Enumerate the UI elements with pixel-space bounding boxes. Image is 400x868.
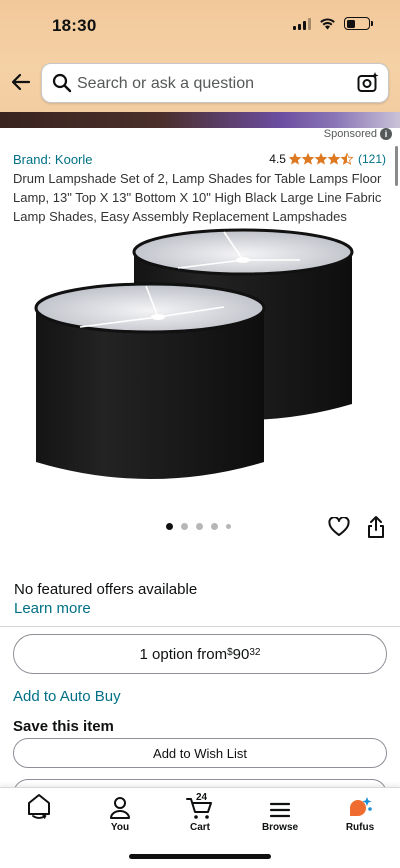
scrollbar bbox=[395, 146, 398, 186]
no-offers-text: No featured offers available bbox=[14, 581, 198, 598]
product-image[interactable] bbox=[28, 224, 372, 516]
carousel-dot[interactable] bbox=[226, 524, 231, 529]
sponsored-label[interactable]: Sponsored i bbox=[324, 128, 392, 140]
brand-link[interactable]: Brand: Koorle bbox=[13, 152, 93, 167]
nav-home[interactable] bbox=[4, 794, 74, 822]
carousel-dot[interactable] bbox=[166, 523, 173, 530]
heart-icon[interactable] bbox=[328, 517, 350, 537]
search-input[interactable]: Search or ask a question bbox=[77, 75, 254, 93]
rating-count: (121) bbox=[357, 152, 386, 166]
wifi-icon bbox=[320, 18, 335, 30]
rating[interactable]: 4.5 (121) bbox=[269, 152, 386, 166]
cart-count-badge: 24 bbox=[196, 792, 208, 803]
star-rating-icon bbox=[288, 153, 355, 165]
battery-icon bbox=[344, 17, 373, 30]
nav-rufus[interactable]: Rufus bbox=[325, 794, 395, 833]
nav-you-label: You bbox=[110, 822, 130, 833]
see-options-button[interactable]: 1 option from $90 32 bbox=[13, 634, 387, 674]
image-carousel-dots[interactable] bbox=[166, 523, 231, 530]
person-icon bbox=[110, 797, 130, 819]
nav-cart[interactable]: 24 Cart bbox=[165, 792, 235, 833]
add-to-auto-buy-link[interactable]: Add to Auto Buy bbox=[13, 688, 121, 705]
search-icon bbox=[52, 73, 72, 93]
camera-search-icon[interactable] bbox=[356, 71, 380, 95]
save-this-item-heading: Save this item bbox=[13, 718, 114, 735]
cellular-signal-icon bbox=[293, 17, 311, 30]
home-icon bbox=[28, 794, 50, 819]
search-bar[interactable]: Search or ask a question bbox=[41, 63, 389, 103]
price-whole: 90 bbox=[232, 645, 250, 663]
info-icon: i bbox=[380, 128, 392, 140]
sponsored-banner-image[interactable] bbox=[0, 112, 400, 128]
learn-more-link[interactable]: Learn more bbox=[14, 600, 91, 617]
back-arrow-icon[interactable] bbox=[9, 70, 33, 94]
status-icons bbox=[293, 17, 373, 30]
price-fraction: 32 bbox=[249, 646, 261, 658]
status-time: 18:30 bbox=[52, 16, 97, 35]
price-currency: $ bbox=[227, 646, 233, 658]
nav-cart-label: Cart bbox=[189, 822, 210, 833]
rufus-icon bbox=[350, 797, 372, 816]
nav-browse-label: Browse bbox=[261, 822, 299, 833]
nav-browse[interactable]: Browse bbox=[245, 794, 315, 833]
option-text: 1 option from bbox=[139, 645, 228, 663]
rating-value: 4.5 bbox=[269, 152, 286, 166]
carousel-dot[interactable] bbox=[196, 523, 203, 530]
nav-rufus-label: Rufus bbox=[345, 822, 375, 833]
carousel-dot[interactable] bbox=[211, 523, 218, 530]
header: 18:30 Search or ask a question bbox=[0, 0, 400, 112]
share-icon[interactable] bbox=[366, 515, 386, 539]
home-indicator bbox=[129, 854, 271, 859]
menu-icon bbox=[269, 802, 291, 818]
add-to-wish-list-button[interactable]: Add to Wish List bbox=[13, 738, 387, 768]
product-title: Drum Lampshade Set of 2, Lamp Shades for… bbox=[13, 171, 382, 224]
divider bbox=[0, 626, 400, 627]
nav-you[interactable]: You bbox=[85, 794, 155, 833]
carousel-dot[interactable] bbox=[181, 523, 188, 530]
